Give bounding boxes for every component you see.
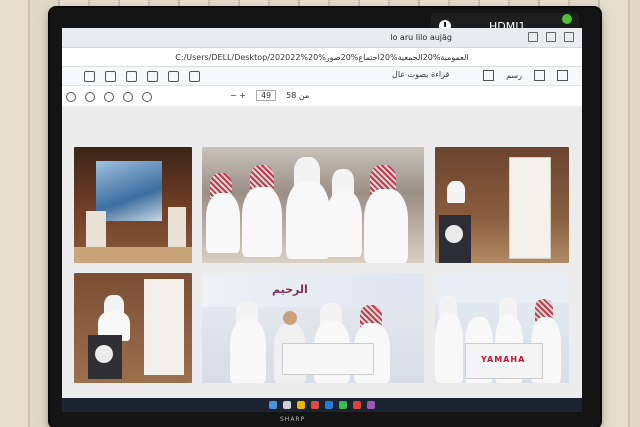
- draw-button[interactable]: رسم: [506, 71, 522, 80]
- stage-floor: [74, 247, 192, 263]
- backdrop: [202, 273, 424, 307]
- refresh-icon[interactable]: [126, 71, 137, 82]
- search-icon[interactable]: [142, 92, 152, 102]
- erase-icon[interactable]: [534, 70, 545, 81]
- attendee-body: [326, 191, 362, 257]
- pdf-icon[interactable]: [353, 401, 361, 409]
- window-controls: [528, 32, 574, 42]
- photo-stage: [74, 147, 192, 263]
- file-path: C:/Users/DELL/Desktop/202022%العمومية%20…: [175, 52, 469, 62]
- photo-speaker: [435, 147, 569, 263]
- pdf-page: الرحيم YAMAHA: [62, 106, 582, 412]
- print-icon[interactable]: [85, 92, 95, 102]
- photo-award: الرحيم: [202, 273, 424, 383]
- app-icon[interactable]: [367, 401, 375, 409]
- back-icon[interactable]: [84, 71, 95, 82]
- read-aloud-button[interactable]: قراءة بصوت عال: [392, 70, 449, 79]
- view-icons: [66, 92, 152, 102]
- attendee-body: [206, 193, 240, 253]
- attendee-body: [230, 319, 266, 383]
- lectern-logo: [95, 345, 113, 363]
- award-board: [282, 343, 374, 375]
- more-icon[interactable]: [123, 92, 133, 102]
- minimize-icon[interactable]: [528, 32, 538, 42]
- yamaha-label: YAMAHA: [481, 355, 526, 364]
- power-led: [562, 14, 572, 24]
- favorite-icon[interactable]: [168, 71, 179, 82]
- page-total: من 58: [286, 91, 310, 100]
- taskbar: [62, 398, 582, 412]
- address-bar[interactable]: C:/Users/DELL/Desktop/202022%العمومية%20…: [62, 48, 582, 67]
- tab-title[interactable]: lo aru lilo aujäg: [390, 33, 452, 42]
- banner-right: [168, 207, 186, 251]
- nav-icons: [84, 71, 200, 82]
- pen-icon[interactable]: [66, 92, 76, 102]
- folder-icon[interactable]: [297, 401, 305, 409]
- zoom-controls[interactable]: − +: [230, 91, 246, 100]
- share-icon[interactable]: [104, 92, 114, 102]
- rollup-banner: [509, 157, 551, 259]
- annotation-tools: رسم: [483, 70, 568, 81]
- banner-left: [86, 211, 106, 251]
- page-controls: − + 49 من 58: [230, 90, 309, 101]
- page-number-input[interactable]: 49: [255, 90, 277, 101]
- close-icon[interactable]: [564, 32, 574, 42]
- edge-icon[interactable]: [325, 401, 333, 409]
- start-icon[interactable]: [269, 401, 277, 409]
- app-icon[interactable]: [339, 401, 347, 409]
- attendee-body: [286, 181, 330, 259]
- speaker: [447, 181, 465, 203]
- rollup-banner: [144, 279, 184, 375]
- photo-lectern: [74, 273, 192, 383]
- pdf-toolbar: قراءة بصوت عال رسم: [62, 67, 582, 86]
- home-icon[interactable]: [147, 71, 158, 82]
- podium-logo: [445, 225, 463, 243]
- search-icon[interactable]: [283, 401, 291, 409]
- screen: lo aru lilo aujäg C:/Users/DELL/Desktop/…: [62, 28, 582, 412]
- forward-icon[interactable]: [105, 71, 116, 82]
- photo-sponsor: YAMAHA: [435, 273, 569, 383]
- app-icon[interactable]: [311, 401, 319, 409]
- attendee-body: [364, 189, 408, 263]
- maximize-icon[interactable]: [546, 32, 556, 42]
- settings-icon[interactable]: [189, 71, 200, 82]
- browser-tabbar: lo aru lilo aujäg: [62, 28, 582, 48]
- highlight-icon[interactable]: [483, 70, 495, 81]
- attendee-body: [435, 313, 463, 383]
- monitor-brand: SHARP: [280, 416, 306, 423]
- save-icon[interactable]: [557, 70, 568, 81]
- photo-audience: [202, 147, 424, 263]
- banner-title: الرحيم: [272, 283, 308, 296]
- attendee-head: [283, 311, 297, 325]
- attendee-body: [242, 187, 282, 257]
